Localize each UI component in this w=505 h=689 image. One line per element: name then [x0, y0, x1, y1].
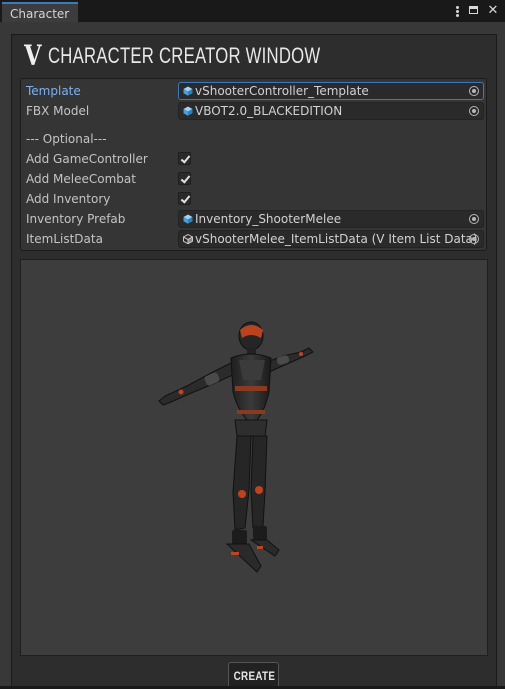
add-game-controller-row: Add GameController — [26, 150, 486, 168]
page-title: CHARACTER CREATOR WINDOW — [47, 43, 321, 68]
add-melee-combat-checkbox[interactable] — [178, 172, 191, 185]
prefab-icon — [183, 86, 193, 96]
fbx-model-value: VBOT2.0_BLACKEDITION — [195, 104, 343, 118]
add-game-controller-label: Add GameController — [26, 152, 148, 166]
maximize-icon — [469, 6, 478, 14]
tab-character[interactable]: Character — [2, 2, 78, 22]
create-button-label: CREATE — [233, 669, 276, 683]
add-inventory-checkbox[interactable] — [178, 192, 191, 205]
inventory-prefab-row: Inventory Prefab Inventory_ShooterMelee — [26, 210, 486, 228]
object-picker-icon[interactable] — [469, 106, 479, 116]
model-preview[interactable] — [20, 259, 488, 656]
create-button[interactable]: CREATE — [228, 662, 279, 686]
title-bar: Character ✕ — [0, 0, 505, 22]
item-list-data-value: vShooterMelee_ItemListData (V Item List … — [195, 232, 478, 246]
prefab-icon — [183, 214, 193, 224]
inventory-prefab-value: Inventory_ShooterMelee — [195, 212, 342, 226]
close-icon[interactable]: ✕ — [487, 4, 499, 18]
optional-header: --- Optional--- — [26, 132, 107, 146]
inventory-prefab-label: Inventory Prefab — [26, 212, 126, 226]
optional-header-row: --- Optional--- — [26, 130, 486, 148]
v-logo-icon: V — [24, 39, 42, 72]
template-field[interactable]: vShooterController_Template — [178, 82, 484, 100]
more-options-icon[interactable] — [451, 6, 463, 17]
object-picker-icon[interactable] — [469, 86, 479, 96]
item-list-data-field[interactable]: vShooterMelee_ItemListData (V Item List … — [178, 230, 484, 248]
object-picker-icon[interactable] — [469, 234, 479, 244]
template-row: Template vShooterController_Template — [26, 82, 486, 100]
template-value: vShooterController_Template — [195, 84, 369, 98]
fbx-model-row: FBX Model VBOT2.0_BLACKEDITION — [26, 102, 486, 120]
scriptable-object-icon — [183, 234, 193, 244]
fbx-model-label: FBX Model — [26, 104, 90, 118]
add-game-controller-checkbox[interactable] — [178, 152, 191, 165]
item-list-data-row: ItemListData vShooterMelee_ItemListData … — [26, 230, 486, 248]
add-inventory-label: Add Inventory — [26, 192, 111, 206]
model-icon — [183, 106, 193, 116]
add-melee-combat-label: Add MeleeCombat — [26, 172, 136, 186]
item-list-data-label: ItemListData — [26, 232, 103, 246]
inventory-prefab-field[interactable]: Inventory_ShooterMelee — [178, 210, 484, 228]
window-controls: ✕ — [451, 3, 499, 19]
tab-label: Character — [10, 7, 70, 21]
object-picker-icon[interactable] — [469, 214, 479, 224]
maximize-button[interactable] — [469, 4, 481, 18]
window-header: V CHARACTER CREATOR WINDOW — [22, 42, 406, 70]
add-melee-combat-row: Add MeleeCombat — [26, 170, 486, 188]
add-inventory-row: Add Inventory — [26, 190, 486, 208]
fbx-model-field[interactable]: VBOT2.0_BLACKEDITION — [178, 102, 484, 120]
character-model-image — [158, 321, 314, 573]
template-label: Template — [26, 84, 81, 98]
